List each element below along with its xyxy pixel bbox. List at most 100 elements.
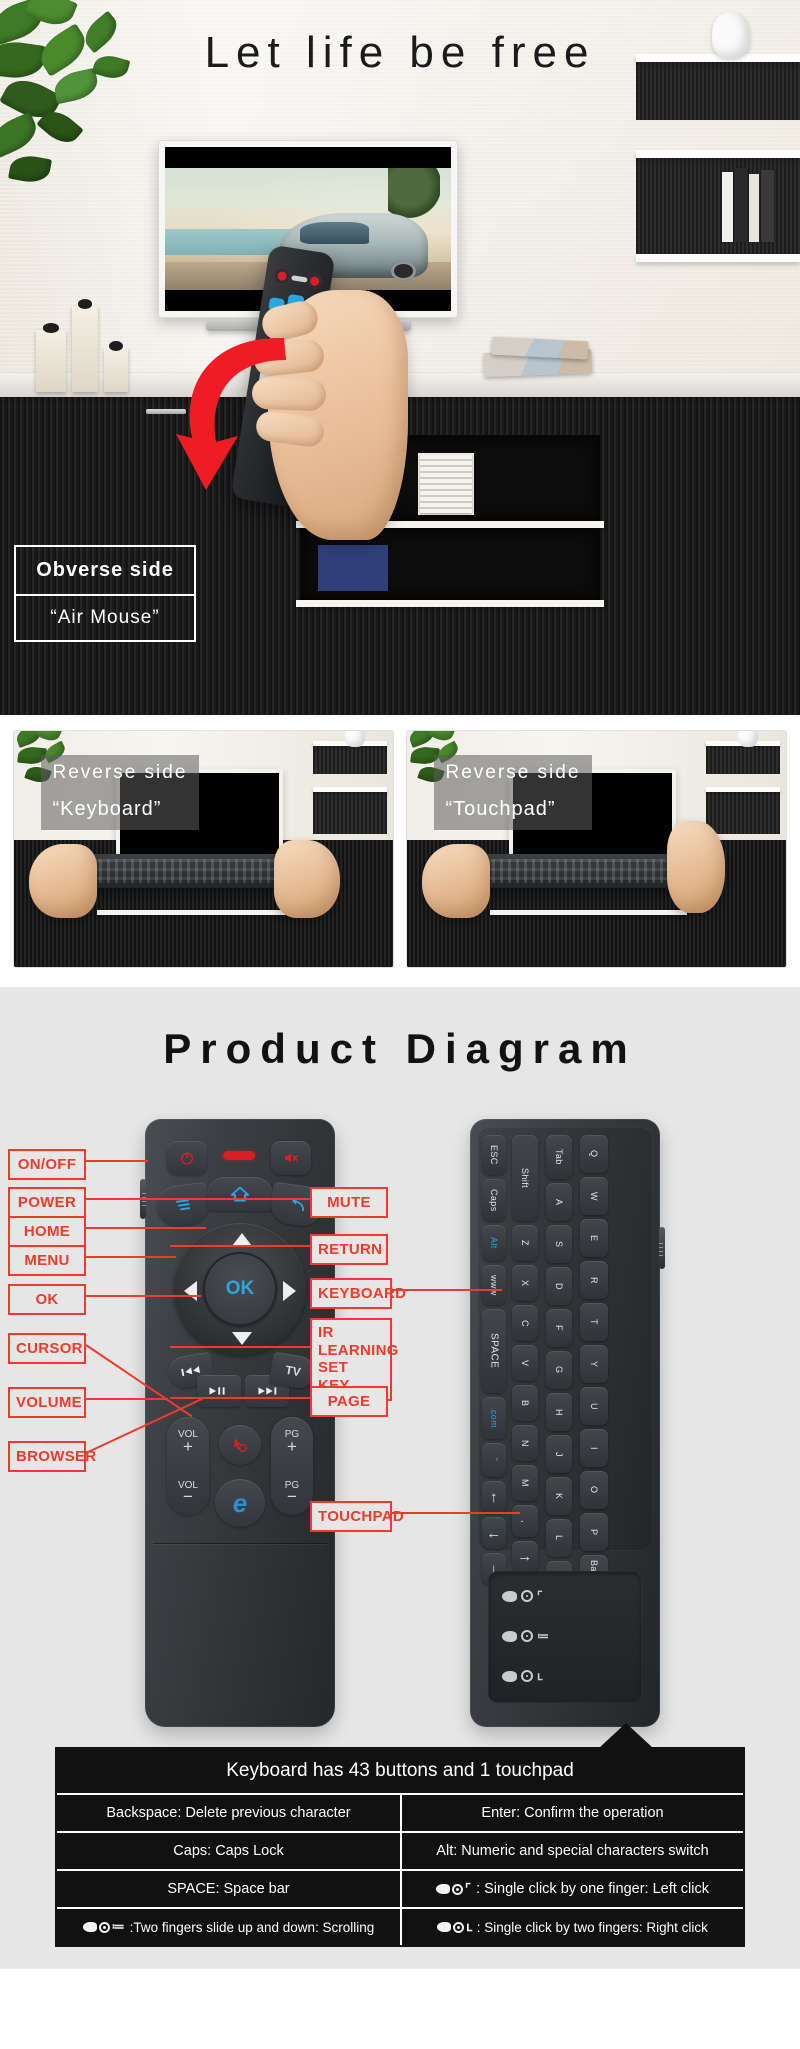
internet-explorer-icon: e — [232, 1487, 248, 1518]
leader-line-ok — [86, 1295, 201, 1297]
key-j[interactable]: J — [546, 1435, 572, 1473]
callout-keyboard: KEYBOARD — [310, 1278, 406, 1310]
volume-up-sign: + — [183, 1437, 193, 1456]
dpad-right-icon[interactable] — [283, 1281, 296, 1301]
left-click-glyph: ⌜ — [464, 1881, 472, 1896]
panel-shelf — [706, 787, 780, 792]
dpad-left-icon[interactable] — [184, 1281, 197, 1301]
scroll-glyph: ≔ — [537, 1629, 549, 1643]
key-l[interactable]: L — [546, 1519, 572, 1557]
callout-home: HOME — [8, 1216, 86, 1248]
key-arrow-up[interactable]: ↑ — [482, 1481, 506, 1513]
key-space[interactable]: SPACE — [482, 1309, 506, 1393]
finger-circle-icon — [98, 1921, 110, 1933]
key-f[interactable]: F — [546, 1309, 572, 1347]
key-s[interactable]: S — [546, 1225, 572, 1263]
mouse-icon — [502, 1590, 517, 1602]
key-r[interactable]: R — [580, 1261, 608, 1299]
leader-line-menu — [86, 1256, 176, 1258]
key-z[interactable]: Z — [512, 1225, 538, 1261]
key-umlaut[interactable]: ¨ — [482, 1443, 506, 1477]
key-comma[interactable]: , — [512, 1505, 538, 1537]
book-decoration — [761, 170, 774, 242]
power-button[interactable] — [167, 1141, 207, 1175]
leader-line-touchpad — [392, 1512, 520, 1514]
candle-decoration — [72, 299, 98, 392]
callout-page: PAGE — [310, 1386, 388, 1418]
book-decoration — [722, 172, 733, 242]
key-tab[interactable]: Tab — [546, 1135, 572, 1179]
key-y[interactable]: Y — [580, 1345, 608, 1383]
key-k[interactable]: K — [546, 1477, 572, 1515]
right-click-glyph: ւ — [466, 1919, 472, 1934]
key-o[interactable]: O — [580, 1471, 608, 1509]
key-t[interactable]: T — [580, 1303, 608, 1341]
dpad-down-icon[interactable] — [232, 1332, 252, 1345]
cursor-icon — [234, 1438, 248, 1453]
key-dotcom[interactable]: .com — [482, 1397, 506, 1439]
key-h[interactable]: H — [546, 1393, 572, 1431]
reverse-touchpad-badge: Reverse side “Touchpad” — [433, 754, 593, 831]
key-w[interactable]: W — [580, 1177, 608, 1215]
home-button[interactable] — [207, 1177, 273, 1211]
key-caps[interactable]: Caps — [482, 1179, 506, 1221]
key-q[interactable]: Q — [580, 1135, 608, 1173]
volume-rocker[interactable]: VOL + VOL − — [167, 1417, 209, 1515]
keyboard-device: ESC Caps Alt www SPACE .com ¨ ↑ ← ↓ Shif… — [470, 1119, 665, 1727]
key-d[interactable]: D — [546, 1267, 572, 1305]
panel-shelf-backing — [313, 746, 387, 774]
left-hand — [29, 844, 98, 919]
key-i[interactable]: I — [580, 1429, 608, 1467]
finger-circle-icon — [451, 1883, 463, 1895]
key-u[interactable]: U — [580, 1387, 608, 1425]
key-n[interactable]: N — [512, 1425, 538, 1461]
play-pause-button[interactable] — [197, 1375, 241, 1407]
cursor-button[interactable] — [219, 1425, 261, 1465]
touchpad-hint-left-click: ⌜ — [502, 1589, 543, 1603]
callout-power: POWER — [8, 1187, 86, 1219]
key-v[interactable]: V — [512, 1345, 538, 1381]
book-decoration — [749, 174, 759, 242]
menu-button[interactable] — [154, 1181, 212, 1229]
spec-cell: Alt: Numeric and special characters swit… — [400, 1833, 743, 1869]
key-arrow-right[interactable]: → — [512, 1541, 538, 1571]
next-icon — [258, 1387, 277, 1395]
key-p[interactable]: P — [580, 1513, 608, 1551]
key-x[interactable]: X — [512, 1265, 538, 1301]
finger-circle-icon — [521, 1590, 533, 1602]
key-shift[interactable]: Shift — [512, 1135, 538, 1221]
key-a[interactable]: A — [546, 1183, 572, 1221]
key-www[interactable]: www — [482, 1265, 506, 1305]
touchpad[interactable]: ⌜ ≔ ւ — [488, 1571, 642, 1703]
key-alt[interactable]: Alt — [482, 1225, 506, 1261]
product-listing-page: Let life be free Obverse side “Air Mouse… — [0, 0, 800, 1969]
led-indicator-hero — [291, 275, 308, 283]
key-esc[interactable]: ESC — [482, 1135, 506, 1175]
key-c[interactable]: C — [512, 1305, 538, 1341]
obverse-side-badge: Obverse side “Air Mouse” — [14, 545, 196, 642]
key-b[interactable]: B — [512, 1385, 538, 1421]
spec-cell: SPACE: Space bar — [167, 1881, 290, 1897]
table-row: Backspace: Delete previous character Ent… — [57, 1795, 743, 1833]
spec-table-header: Keyboard has 43 buttons and 1 touchpad — [57, 1749, 743, 1795]
page-up-sign: + — [287, 1437, 297, 1456]
key-g[interactable]: G — [546, 1351, 572, 1389]
cabinet-shelf — [490, 910, 688, 916]
mute-icon — [285, 1153, 298, 1163]
cabinet-shelf — [97, 910, 295, 916]
panel-shelf — [313, 787, 387, 792]
page-rocker[interactable]: PG + PG − — [271, 1417, 313, 1515]
two-finger-scroll-icon: ≔ — [82, 1919, 125, 1935]
ok-button[interactable]: OK — [203, 1252, 277, 1326]
key-arrow-left[interactable]: ← — [482, 1517, 506, 1549]
key-e[interactable]: E — [580, 1219, 608, 1257]
browser-button[interactable]: e — [215, 1479, 265, 1527]
tree-element — [388, 163, 440, 220]
key-m[interactable]: M — [512, 1465, 538, 1501]
power-button-hero — [273, 267, 291, 285]
leader-line-mute — [166, 1198, 310, 1200]
panel-shelf-backing — [706, 746, 780, 774]
spec-cell-gesture: ւ : Single click by two fingers: Right c… — [400, 1909, 743, 1945]
spec-cell: Backspace: Delete previous character — [106, 1805, 351, 1821]
mute-button[interactable] — [271, 1141, 311, 1175]
